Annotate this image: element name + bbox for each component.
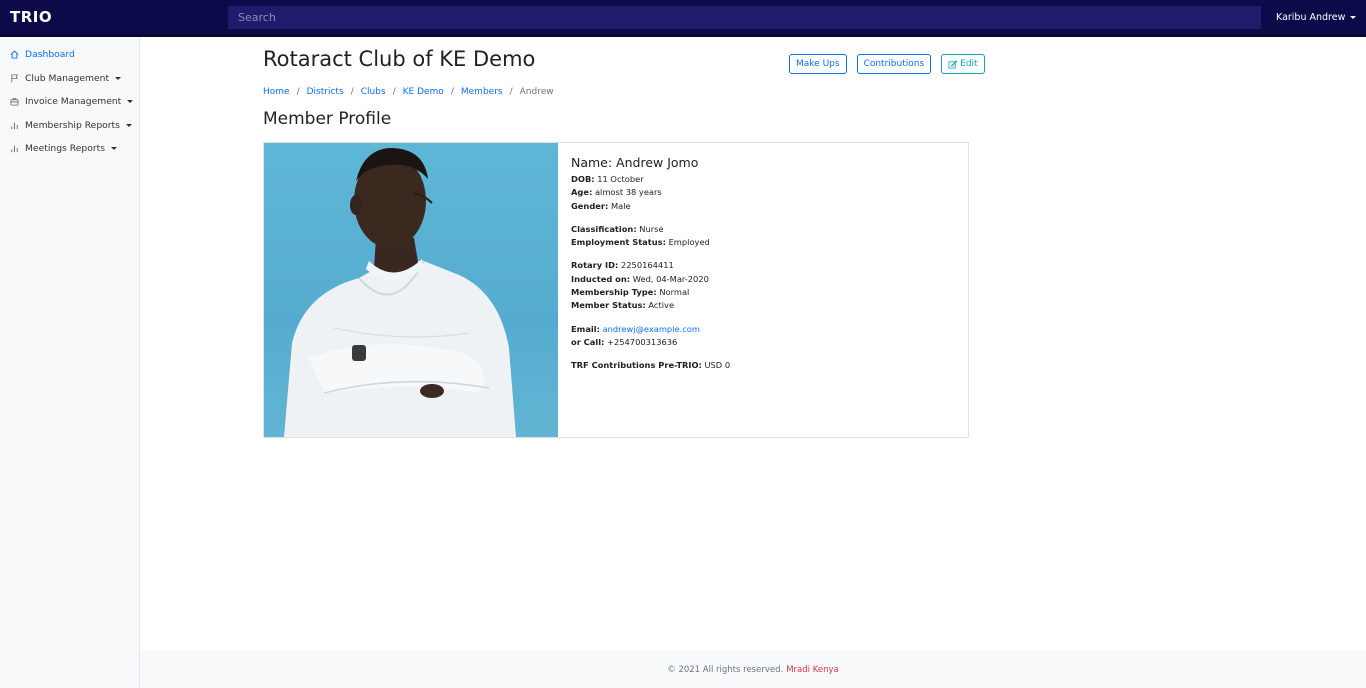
breadcrumb-separator: / <box>296 87 300 97</box>
sidebar-item-label: Meetings Reports <box>25 143 105 155</box>
breadcrumb-club[interactable]: KE Demo <box>403 87 444 97</box>
classification-value: Nurse <box>639 223 664 234</box>
gender-label: Gender: <box>571 200 609 211</box>
dob-label: DOB: <box>571 174 595 184</box>
membership-type-value: Normal <box>659 287 690 298</box>
gender-row: Gender: Male <box>571 200 730 213</box>
breadcrumb-separator: / <box>392 87 396 97</box>
membership-type-row: Membership Type: Normal <box>571 286 730 299</box>
trf-value: USD 0 <box>704 360 731 371</box>
breadcrumb: Home / Districts / Clubs / KE Demo / Mem… <box>263 87 554 97</box>
breadcrumb-home[interactable]: Home <box>263 87 290 97</box>
footer-company-link[interactable]: Mradi Kenya <box>786 665 839 675</box>
employment-row: Employment Status: Employed <box>571 236 730 249</box>
membership-type-label: Membership Type: <box>571 287 657 298</box>
breadcrumb-separator: / <box>509 87 513 97</box>
member-status-row: Member Status: Active <box>571 299 730 312</box>
chevron-down-icon <box>1350 15 1357 19</box>
top-navbar: TRIO Karibu Andrew <box>0 0 1366 37</box>
sidebar-item-label: Club Management <box>25 72 110 84</box>
age-row: Age: almost 38 years <box>571 186 730 199</box>
age-label: Age: <box>571 187 593 198</box>
action-buttons: Make Ups Contributions Edit <box>789 54 985 74</box>
breadcrumb-clubs[interactable]: Clubs <box>361 87 386 97</box>
edit-icon <box>948 59 958 69</box>
member-status-label: Member Status: <box>571 300 646 311</box>
chevron-down-icon <box>111 147 117 151</box>
rotary-id-row: Rotary ID: 2250164411 <box>571 259 730 272</box>
breadcrumb-current: Andrew <box>519 87 554 97</box>
sidebar-item-club-management[interactable]: Club Management <box>0 67 139 91</box>
sidebar-item-membership-reports[interactable]: Membership Reports <box>0 114 139 138</box>
membership-info-group: Rotary ID: 2250164411 Inducted on: Wed, … <box>571 259 730 312</box>
inducted-label: Inducted on: <box>571 273 631 284</box>
member-profile-card: Name: Andrew Jomo DOB: 11 October Age: a… <box>263 142 969 438</box>
trf-row: TRF Contributions Pre-TRIO: USD 0 <box>571 359 730 372</box>
breadcrumb-separator: / <box>350 87 354 97</box>
inducted-value: Wed, 04-Mar-2020 <box>632 273 709 284</box>
sidebar: Dashboard Club Management Invoice Manage… <box>0 37 140 688</box>
footer-copyright: © 2021 All rights reserved. <box>667 664 784 675</box>
member-photo <box>264 143 558 437</box>
sidebar-item-invoice-management[interactable]: Invoice Management <box>0 90 139 114</box>
sidebar-item-label: Dashboard <box>25 49 75 61</box>
member-details: Name: Andrew Jomo DOB: 11 October Age: a… <box>558 143 743 437</box>
work-info-group: Classification: Nurse Employment Status:… <box>571 223 730 250</box>
gender-value: Male <box>610 200 631 211</box>
make-ups-button[interactable]: Make Ups <box>789 54 847 74</box>
trf-label: TRF Contributions Pre-TRIO: <box>571 360 702 371</box>
section-title: Member Profile <box>263 109 392 129</box>
trf-info-group: TRF Contributions Pre-TRIO: USD 0 <box>571 359 730 372</box>
user-menu[interactable]: Karibu Andrew <box>1276 11 1357 23</box>
chevron-down-icon <box>127 100 134 104</box>
sidebar-item-label: Membership Reports <box>25 119 120 131</box>
sidebar-item-meetings-reports[interactable]: Meetings Reports <box>0 137 139 161</box>
bar-chart-icon <box>10 121 19 130</box>
briefcase-icon <box>10 97 19 106</box>
employment-label: Employment Status: <box>571 237 666 248</box>
email-label: Email: <box>571 323 600 334</box>
flag-icon <box>10 74 19 83</box>
rotary-id-value: 2250164411 <box>620 260 674 271</box>
user-greeting: Karibu Andrew <box>1276 11 1346 23</box>
bar-chart-icon <box>10 144 19 153</box>
dob-value: 11 October <box>597 174 644 184</box>
phone-row: or Call: +254700313636 <box>571 336 730 349</box>
edit-button-label: Edit <box>960 59 978 69</box>
sidebar-item-dashboard[interactable]: Dashboard <box>0 43 139 67</box>
search-input[interactable] <box>228 5 1261 29</box>
main-content: Rotaract Club of KE Demo Make Ups Contri… <box>140 37 1366 651</box>
phone-value: +254700313636 <box>607 336 678 347</box>
rotary-id-label: Rotary ID: <box>571 260 619 271</box>
phone-label: or Call: <box>571 336 605 347</box>
page-title: Rotaract Club of KE Demo <box>263 47 536 71</box>
employment-value: Employed <box>668 237 710 248</box>
personal-info-group: DOB: 11 October Age: almost 38 years Gen… <box>571 173 730 213</box>
contributions-button[interactable]: Contributions <box>856 54 932 74</box>
breadcrumb-members[interactable]: Members <box>461 87 503 97</box>
member-status-value: Active <box>648 300 675 311</box>
home-icon <box>10 50 19 59</box>
breadcrumb-districts[interactable]: Districts <box>307 87 344 97</box>
chevron-down-icon <box>115 76 122 80</box>
breadcrumb-separator: / <box>450 87 454 97</box>
footer: © 2021 All rights reserved. Mradi Kenya <box>140 651 1366 688</box>
sidebar-item-label: Invoice Management <box>25 96 122 108</box>
classification-label: Classification: <box>571 223 637 234</box>
classification-row: Classification: Nurse <box>571 223 730 236</box>
email-link[interactable]: andrewj@example.com <box>603 324 700 334</box>
inducted-row: Inducted on: Wed, 04-Mar-2020 <box>571 273 730 286</box>
edit-button[interactable]: Edit <box>941 54 985 74</box>
email-row: Email: andrewj@example.com <box>571 323 730 336</box>
contact-info-group: Email: andrewj@example.com or Call: +254… <box>571 323 730 350</box>
member-name: Name: Andrew Jomo <box>571 155 699 170</box>
dob-row: DOB: 11 October <box>571 173 730 186</box>
age-value: almost 38 years <box>594 187 662 198</box>
chevron-down-icon <box>125 123 132 127</box>
brand-logo[interactable]: TRIO <box>0 8 228 26</box>
